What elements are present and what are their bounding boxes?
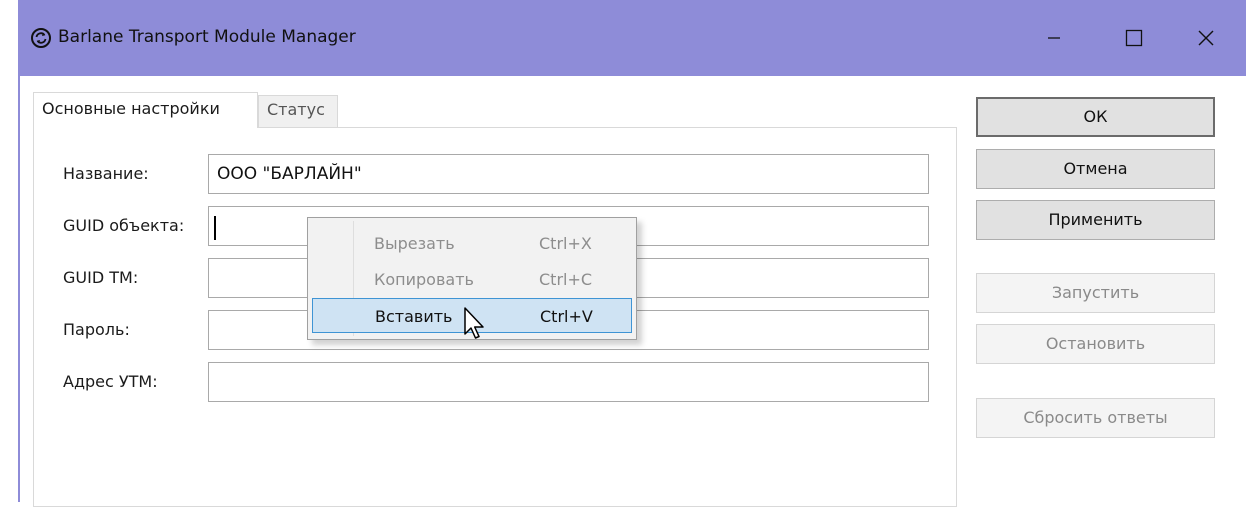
reset-answers-button[interactable]: Сбросить ответы bbox=[976, 398, 1215, 438]
stop-button[interactable]: Остановить bbox=[976, 324, 1215, 364]
cancel-button[interactable]: Отмена bbox=[976, 149, 1215, 189]
text-caret bbox=[214, 216, 216, 240]
maximize-button[interactable] bbox=[1102, 18, 1166, 58]
refresh-circle-icon bbox=[31, 28, 51, 48]
title-bar[interactable]: Barlane Transport Module Manager bbox=[18, 0, 1246, 76]
menu-item-shortcut: Ctrl+X bbox=[539, 234, 592, 253]
tab-main-settings[interactable]: Основные настройки bbox=[33, 92, 258, 128]
utm-address-input[interactable] bbox=[208, 362, 929, 402]
tab-status[interactable]: Статус bbox=[258, 95, 338, 127]
window-border bbox=[18, 76, 20, 502]
menu-item-label: Вставить bbox=[375, 307, 453, 326]
menu-item-shortcut: Ctrl+V bbox=[540, 307, 593, 326]
ok-button[interactable]: ОК bbox=[976, 97, 1215, 137]
apply-button[interactable]: Применить bbox=[976, 200, 1215, 240]
minimize-icon bbox=[1048, 37, 1060, 39]
menu-item-shortcut: Ctrl+C bbox=[539, 270, 593, 289]
window-title: Barlane Transport Module Manager bbox=[58, 27, 356, 47]
context-menu-item-copy[interactable]: Копировать Ctrl+C bbox=[312, 262, 632, 297]
password-label: Пароль: bbox=[63, 320, 130, 339]
maximize-icon bbox=[1125, 29, 1143, 47]
name-label: Название: bbox=[63, 164, 149, 183]
minimize-button[interactable] bbox=[1022, 18, 1086, 58]
menu-item-label: Вырезать bbox=[374, 234, 455, 253]
close-button[interactable] bbox=[1174, 18, 1238, 58]
mouse-pointer-icon bbox=[464, 307, 484, 339]
guid-tm-label: GUID TM: bbox=[63, 268, 139, 287]
context-menu-item-cut[interactable]: Вырезать Ctrl+X bbox=[312, 226, 632, 261]
utm-address-label: Адрес УТМ: bbox=[63, 372, 158, 391]
name-input[interactable]: ООО "БАРЛАЙН" bbox=[208, 154, 929, 194]
menu-item-label: Копировать bbox=[374, 270, 474, 289]
close-icon bbox=[1198, 30, 1214, 46]
start-button[interactable]: Запустить bbox=[976, 273, 1215, 313]
guid-object-label: GUID объекта: bbox=[63, 216, 185, 235]
